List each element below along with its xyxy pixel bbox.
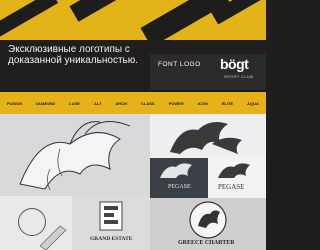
sketch-tile <box>0 114 150 196</box>
hand-sketch-tile <box>0 196 72 250</box>
strip-logo: ELITE <box>221 100 234 106</box>
strip-logo: ALT <box>93 100 102 106</box>
brand-logo: bögt <box>220 56 249 72</box>
strip-logo: ICON <box>197 100 208 106</box>
strip-logo: DIAMOND <box>36 100 56 106</box>
greece-charter-label: GREECE CHARTER <box>178 240 235 246</box>
pegase-dark-tile: PEGASE <box>150 158 208 198</box>
pegasus-sketch-icon <box>19 121 131 191</box>
pegase-light-tile: PEGASE <box>208 158 266 198</box>
strip-logo: AQUA <box>247 100 259 106</box>
strip-logo: ARCH <box>115 100 128 106</box>
grand-estate-tile: GRAND ESTATE <box>72 196 150 250</box>
strip-logo: CLASS <box>141 100 155 106</box>
pegasus-tile <box>150 114 266 158</box>
pegasus-logo-icon <box>170 122 242 154</box>
top-banner <box>0 0 266 40</box>
logo-strip: FUSION DIAMOND LUXE ALT ARCH CLASS POWER… <box>0 92 266 114</box>
pegase-label: PEGASE <box>218 183 245 191</box>
hero-headline: Эксклюзивные логотипы с доказанной уника… <box>8 44 139 66</box>
font-logo-panel <box>150 54 266 90</box>
greece-charter-tile: GREECE CHARTER <box>150 198 266 250</box>
brand-logo-subtitle: SPORT CLUB <box>224 74 254 79</box>
logo-gallery: PEGASE PEGASE GRAND ESTATE GREECE CHARTE… <box>0 114 266 250</box>
sketch-circle-icon <box>18 208 46 236</box>
pegase-label: PEGASE <box>168 184 191 190</box>
banner-stripe <box>69 0 131 22</box>
font-logo-label: FONT LOGO <box>158 61 201 68</box>
pegasus-small-icon <box>160 163 192 178</box>
strip-logo: FUSION <box>7 100 23 106</box>
strip-logo: LUXE <box>69 100 80 106</box>
banner-stripe <box>0 0 59 40</box>
grand-estate-logo-icon <box>99 201 123 231</box>
pegasus-small-icon <box>218 163 250 178</box>
grand-estate-label: GRAND ESTATE <box>90 236 133 242</box>
strip-logo: POWER <box>168 100 184 106</box>
